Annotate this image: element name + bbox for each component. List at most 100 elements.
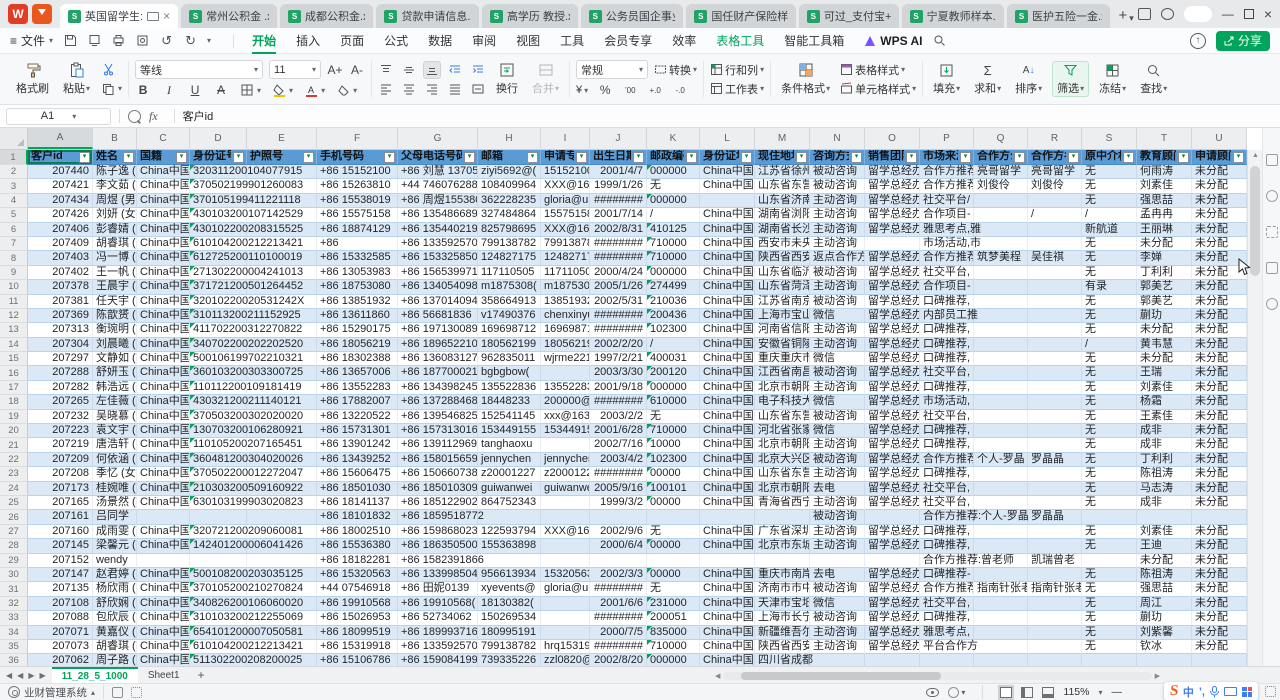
cell-H19[interactable]: 152541145 <box>478 410 541 424</box>
cell-D34[interactable]: 654101200007050581 <box>190 626 247 640</box>
cell-G33[interactable]: +86 52734062 <box>398 611 478 625</box>
cell-B28[interactable]: 梁馨元 (女 <box>93 539 137 553</box>
cell-J3[interactable]: 1999/1/26 <box>590 179 647 193</box>
cell-S18[interactable]: 无 <box>1082 395 1137 409</box>
cell-R29[interactable]: 凯瑞曾老 <box>1028 554 1082 568</box>
row-header-15[interactable]: 15 <box>0 352 28 366</box>
cell-H11[interactable]: 358664913 <box>478 295 541 309</box>
cell-B35[interactable]: 胡睿琪 (女 <box>93 640 137 654</box>
cell-A24[interactable]: 207173 <box>28 482 93 496</box>
cell-A10[interactable]: 207378 <box>28 280 93 294</box>
cell-P8[interactable]: 合作方推荐 <box>920 251 974 265</box>
cell-P25[interactable]: 社交平台, <box>920 496 974 510</box>
cell-Q17[interactable] <box>974 381 1028 395</box>
cell-G11[interactable]: +86 1370140948 <box>398 295 478 309</box>
cell-L32[interactable]: China中国 <box>700 597 755 611</box>
cell-U30[interactable]: 未分配 <box>1192 568 1247 582</box>
cell-M19[interactable]: 山东省东营 <box>755 410 810 424</box>
cell-M8[interactable]: 陕西省西安 <box>755 251 810 265</box>
cell-U27[interactable]: 未分配 <box>1192 525 1247 539</box>
col-header-L[interactable]: L <box>700 128 755 149</box>
print-icon[interactable] <box>111 33 126 48</box>
cell-R18[interactable] <box>1028 395 1082 409</box>
col-header-B[interactable]: B <box>93 128 137 149</box>
cell-S16[interactable]: 无 <box>1082 366 1137 380</box>
cell-O31[interactable]: 留学总经办 <box>865 582 920 596</box>
bold-button[interactable]: B <box>135 82 151 98</box>
cell-K17[interactable]: 000000 <box>647 381 700 395</box>
menu-tab[interactable]: 插入 <box>286 28 330 53</box>
cell-H30[interactable]: 956613934 <box>478 568 541 582</box>
cell-H2[interactable]: ziyi5692@( <box>478 165 541 179</box>
cell-O34[interactable]: 留学总经办 <box>865 626 920 640</box>
cell-T23[interactable]: 陈祖涛 <box>1137 467 1192 481</box>
cell-Q34[interactable] <box>974 626 1028 640</box>
cell-D10[interactable]: 371721200501264452 <box>190 280 247 294</box>
cell-B2[interactable]: 陈子逸 (男 <box>93 165 137 179</box>
cell-T25[interactable]: 成非 <box>1137 496 1192 510</box>
align-right-icon[interactable] <box>424 81 440 97</box>
cell-U6[interactable]: 未分配 <box>1192 223 1247 237</box>
cell-F12[interactable]: +86 13611860 <box>317 309 398 323</box>
cell-K1[interactable]: 邮政编码▾ <box>647 150 700 165</box>
cell-R19[interactable] <box>1028 410 1082 424</box>
cell-U21[interactable]: 未分配 <box>1192 438 1247 452</box>
cell-B5[interactable]: 刘妍 (女) <box>93 208 137 222</box>
cell-D25[interactable]: 630103199903020823 <box>190 496 247 510</box>
cell-O35[interactable]: 留学总经办 <box>865 640 920 654</box>
cell-R13[interactable] <box>1028 323 1082 337</box>
cell-T6[interactable]: 王丽琳 <box>1137 223 1192 237</box>
chevron-down-icon[interactable]: ▾ <box>321 86 325 95</box>
cell-U12[interactable]: 未分配 <box>1192 309 1247 323</box>
cell-U35[interactable]: 未分配 <box>1192 640 1247 654</box>
cell-O3[interactable]: 留学总经办 <box>865 179 920 193</box>
cell-F17[interactable]: +86 13552283 <box>317 381 398 395</box>
cell-J9[interactable]: 2000/4/24 <box>590 266 647 280</box>
cell-C35[interactable]: China中国 <box>137 640 190 654</box>
cell-O4[interactable]: 留学总经办 <box>865 194 920 208</box>
row-header-19[interactable]: 19 <box>0 410 28 424</box>
cell-T2[interactable]: 何雨涛 <box>1137 165 1192 179</box>
cell-R2[interactable]: 亮哥留学 <box>1028 165 1082 179</box>
panel-history-icon[interactable] <box>1266 190 1278 202</box>
cell-K19[interactable]: 无 <box>647 410 700 424</box>
cell-N26[interactable]: 被动咨询 <box>810 510 865 524</box>
cell-I18[interactable]: 200000@qq <box>541 395 590 409</box>
cell-A16[interactable]: 207288 <box>28 366 93 380</box>
cell-G29[interactable]: +86 1582391866 <box>398 554 478 568</box>
cell-J16[interactable]: 2003/3/30 <box>590 366 647 380</box>
sum-button[interactable]: Σ求和▾ <box>970 62 1005 96</box>
document-tab[interactable]: S可过_支付宝+_滴 <box>799 4 899 28</box>
cell-T16[interactable]: 王瑞 <box>1137 366 1192 380</box>
customize-toolbar-chevron-icon[interactable]: ▾ <box>207 36 211 45</box>
cell-I25[interactable] <box>541 496 590 510</box>
cell-Q10[interactable] <box>974 280 1028 294</box>
filter-button[interactable]: ▾ <box>1014 152 1025 163</box>
panel-clip-icon[interactable] <box>1266 226 1278 238</box>
document-tab[interactable]: S成都公积金.xlsx <box>280 4 373 28</box>
horizontal-scrollbar[interactable]: ◀ ▶ <box>715 670 1160 681</box>
cell-P4[interactable]: 社交平台/ <box>920 194 974 208</box>
cell-E26[interactable] <box>247 510 317 524</box>
row-header-9[interactable]: 9 <box>0 266 28 280</box>
cell-B13[interactable]: 衡琬明 (女 <box>93 323 137 337</box>
cell-K5[interactable]: / <box>647 208 700 222</box>
cell-B14[interactable]: 刘晨曦 (女 <box>93 338 137 352</box>
microphone-icon[interactable] <box>1210 686 1219 698</box>
cell-G26[interactable]: +86 1859518772 <box>398 510 478 524</box>
cell-U4[interactable]: 未分配 <box>1192 194 1247 208</box>
row-header-21[interactable]: 21 <box>0 438 28 452</box>
cell-Q35[interactable] <box>974 640 1028 654</box>
row-header-10[interactable]: 10 <box>0 280 28 294</box>
cell-J21[interactable]: 2002/7/16 <box>590 438 647 452</box>
input-toolbox-icon[interactable] <box>1242 687 1252 697</box>
cell-J5[interactable]: 2001/7/14 <box>590 208 647 222</box>
col-header-K[interactable]: K <box>647 128 700 149</box>
expand-icon[interactable] <box>1265 686 1276 697</box>
cell-C20[interactable]: China中国 <box>137 424 190 438</box>
cell-J6[interactable]: 2002/8/31 <box>590 223 647 237</box>
cell-B21[interactable]: 唐浩轩 (男 <box>93 438 137 452</box>
row-header-14[interactable]: 14 <box>0 338 28 352</box>
cell-N17[interactable]: 主动咨询 <box>810 381 865 395</box>
cell-L20[interactable]: China中国 <box>700 424 755 438</box>
